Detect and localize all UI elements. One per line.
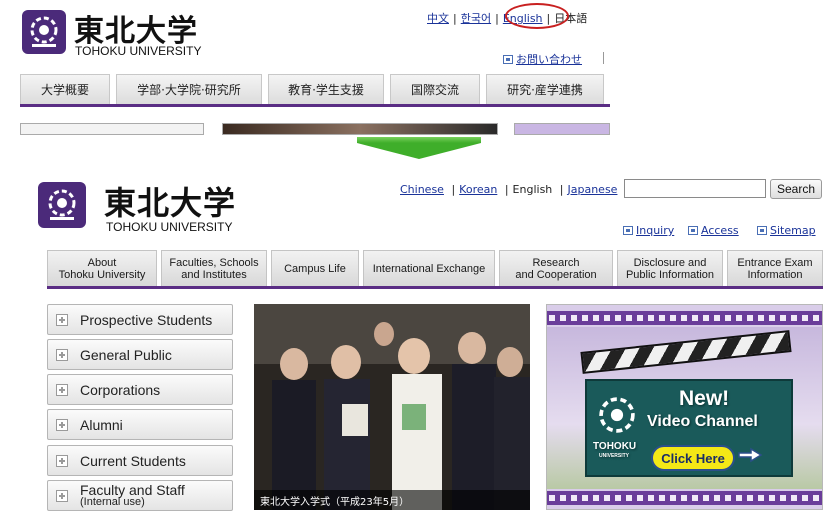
site-subtitle: TOHOKU UNIVERSITY [106,220,233,234]
sitemap-icon [757,226,767,235]
jp-nav-underline [20,104,610,107]
lang-chinese-link[interactable]: Chinese [400,183,444,196]
jp-tab-research[interactable]: 研究·産学連携 [486,74,604,104]
tab-international-exchange[interactable]: International Exchange [363,250,495,286]
access-icon [688,226,698,235]
jp-tab-about[interactable]: 大学概要 [20,74,110,104]
photo-caption: 東北大学入学式（平成23年5月） [254,490,530,510]
tab-disclosure[interactable]: Disclosure and Public Information [617,250,723,286]
expand-icon [56,348,68,361]
menu-general-public[interactable]: General Public [47,339,233,370]
lang-english-current: English [512,183,553,196]
jp-photo-peek [222,123,498,135]
jp-tab-faculties[interactable]: 学部·大学院·研究所 [116,74,262,104]
english-highlight-circle [505,3,569,29]
jp-tab-education[interactable]: 教育·学生支援 [268,74,384,104]
search-button[interactable]: Search [770,179,822,199]
search-input[interactable] [624,179,766,198]
divider [603,52,604,64]
audience-menu: Prospective Students General Public Corp… [47,304,237,516]
tab-about[interactable]: About Tohoku University [47,250,157,286]
contact-link[interactable]: お問い合わせ [503,51,582,67]
menu-corporations[interactable]: Corporations [47,374,233,405]
inquiry-icon [623,226,633,235]
menu-prospective-students[interactable]: Prospective Students [47,304,233,335]
jp-banner-peek [514,123,610,135]
banner-brand-text: TOHOKU [593,441,637,452]
sitemap-link[interactable]: Sitemap [757,224,816,237]
expand-icon [56,313,68,326]
site-subtitle: TOHOKU UNIVERSITY [75,44,202,58]
film-strip-top [547,311,822,325]
university-emblem-icon [48,189,76,220]
japanese-site-header: 東北大学 TOHOKU UNIVERSITY 中文 | 한국어 | English | 日本… [0,0,610,135]
click-here-button[interactable]: Click Here [651,445,735,471]
en-main-nav: About Tohoku University Faculties, School… [47,250,823,286]
tab-entrance-exam[interactable]: Entrance Exam Information [727,250,823,286]
feature-photo[interactable]: 東北大学入学式（平成23年5月） [254,304,530,510]
banner-channel-text: Video Channel [647,413,758,430]
en-nav-underline [47,286,823,289]
jp-tab-international[interactable]: 国際交流 [390,74,480,104]
banner-brand-sub-text: UNIVERSITY [599,453,630,459]
pointing-hand-icon [737,443,765,467]
expand-icon [56,454,68,467]
expand-icon [56,418,68,431]
menu-alumni[interactable]: Alumni [47,409,233,440]
film-strip-bottom [547,491,822,505]
transition-arrow-icon [357,143,481,159]
english-site: 東北大学 TOHOKU UNIVERSITY Chinese | Korean |… [0,170,836,522]
expand-icon [56,489,68,502]
ceremony-photo-image [254,304,530,510]
lang-korean-link[interactable]: 한국어 [461,12,491,25]
university-emblem-icon [30,16,58,47]
language-switcher: Chinese | Korean | English | Japanese [400,183,618,196]
video-channel-banner[interactable]: New! Video Channel TOHOKU UNIVERSITY Cli… [546,304,823,510]
tab-research-cooperation[interactable]: Research and Cooperation [499,250,613,286]
access-link[interactable]: Access [688,224,739,237]
menu-faculty-staff[interactable]: Faculty and Staff (Internal use) [47,480,233,511]
banner-new-text: New! [679,387,730,410]
university-logo[interactable] [38,182,86,228]
university-emblem-icon [599,397,635,433]
tab-faculties[interactable]: Faculties, Schools and Institutes [161,250,267,286]
lang-korean-link[interactable]: Korean [459,183,497,196]
lang-chinese-link[interactable]: 中文 [427,12,449,25]
inquiry-link[interactable]: Inquiry [623,224,674,237]
site-title[interactable]: 東北大学 [104,178,236,224]
expand-icon [56,383,68,396]
lang-japanese-link[interactable]: Japanese [568,183,618,196]
jp-side-menu-peek [20,123,204,135]
menu-current-students[interactable]: Current Students [47,445,233,476]
university-logo[interactable] [22,10,66,54]
contact-icon [503,54,513,64]
jp-main-nav: 大学概要 学部·大学院·研究所 教育·学生支援 国際交流 研究·産学連携 [20,74,610,104]
tab-campus-life[interactable]: Campus Life [271,250,359,286]
